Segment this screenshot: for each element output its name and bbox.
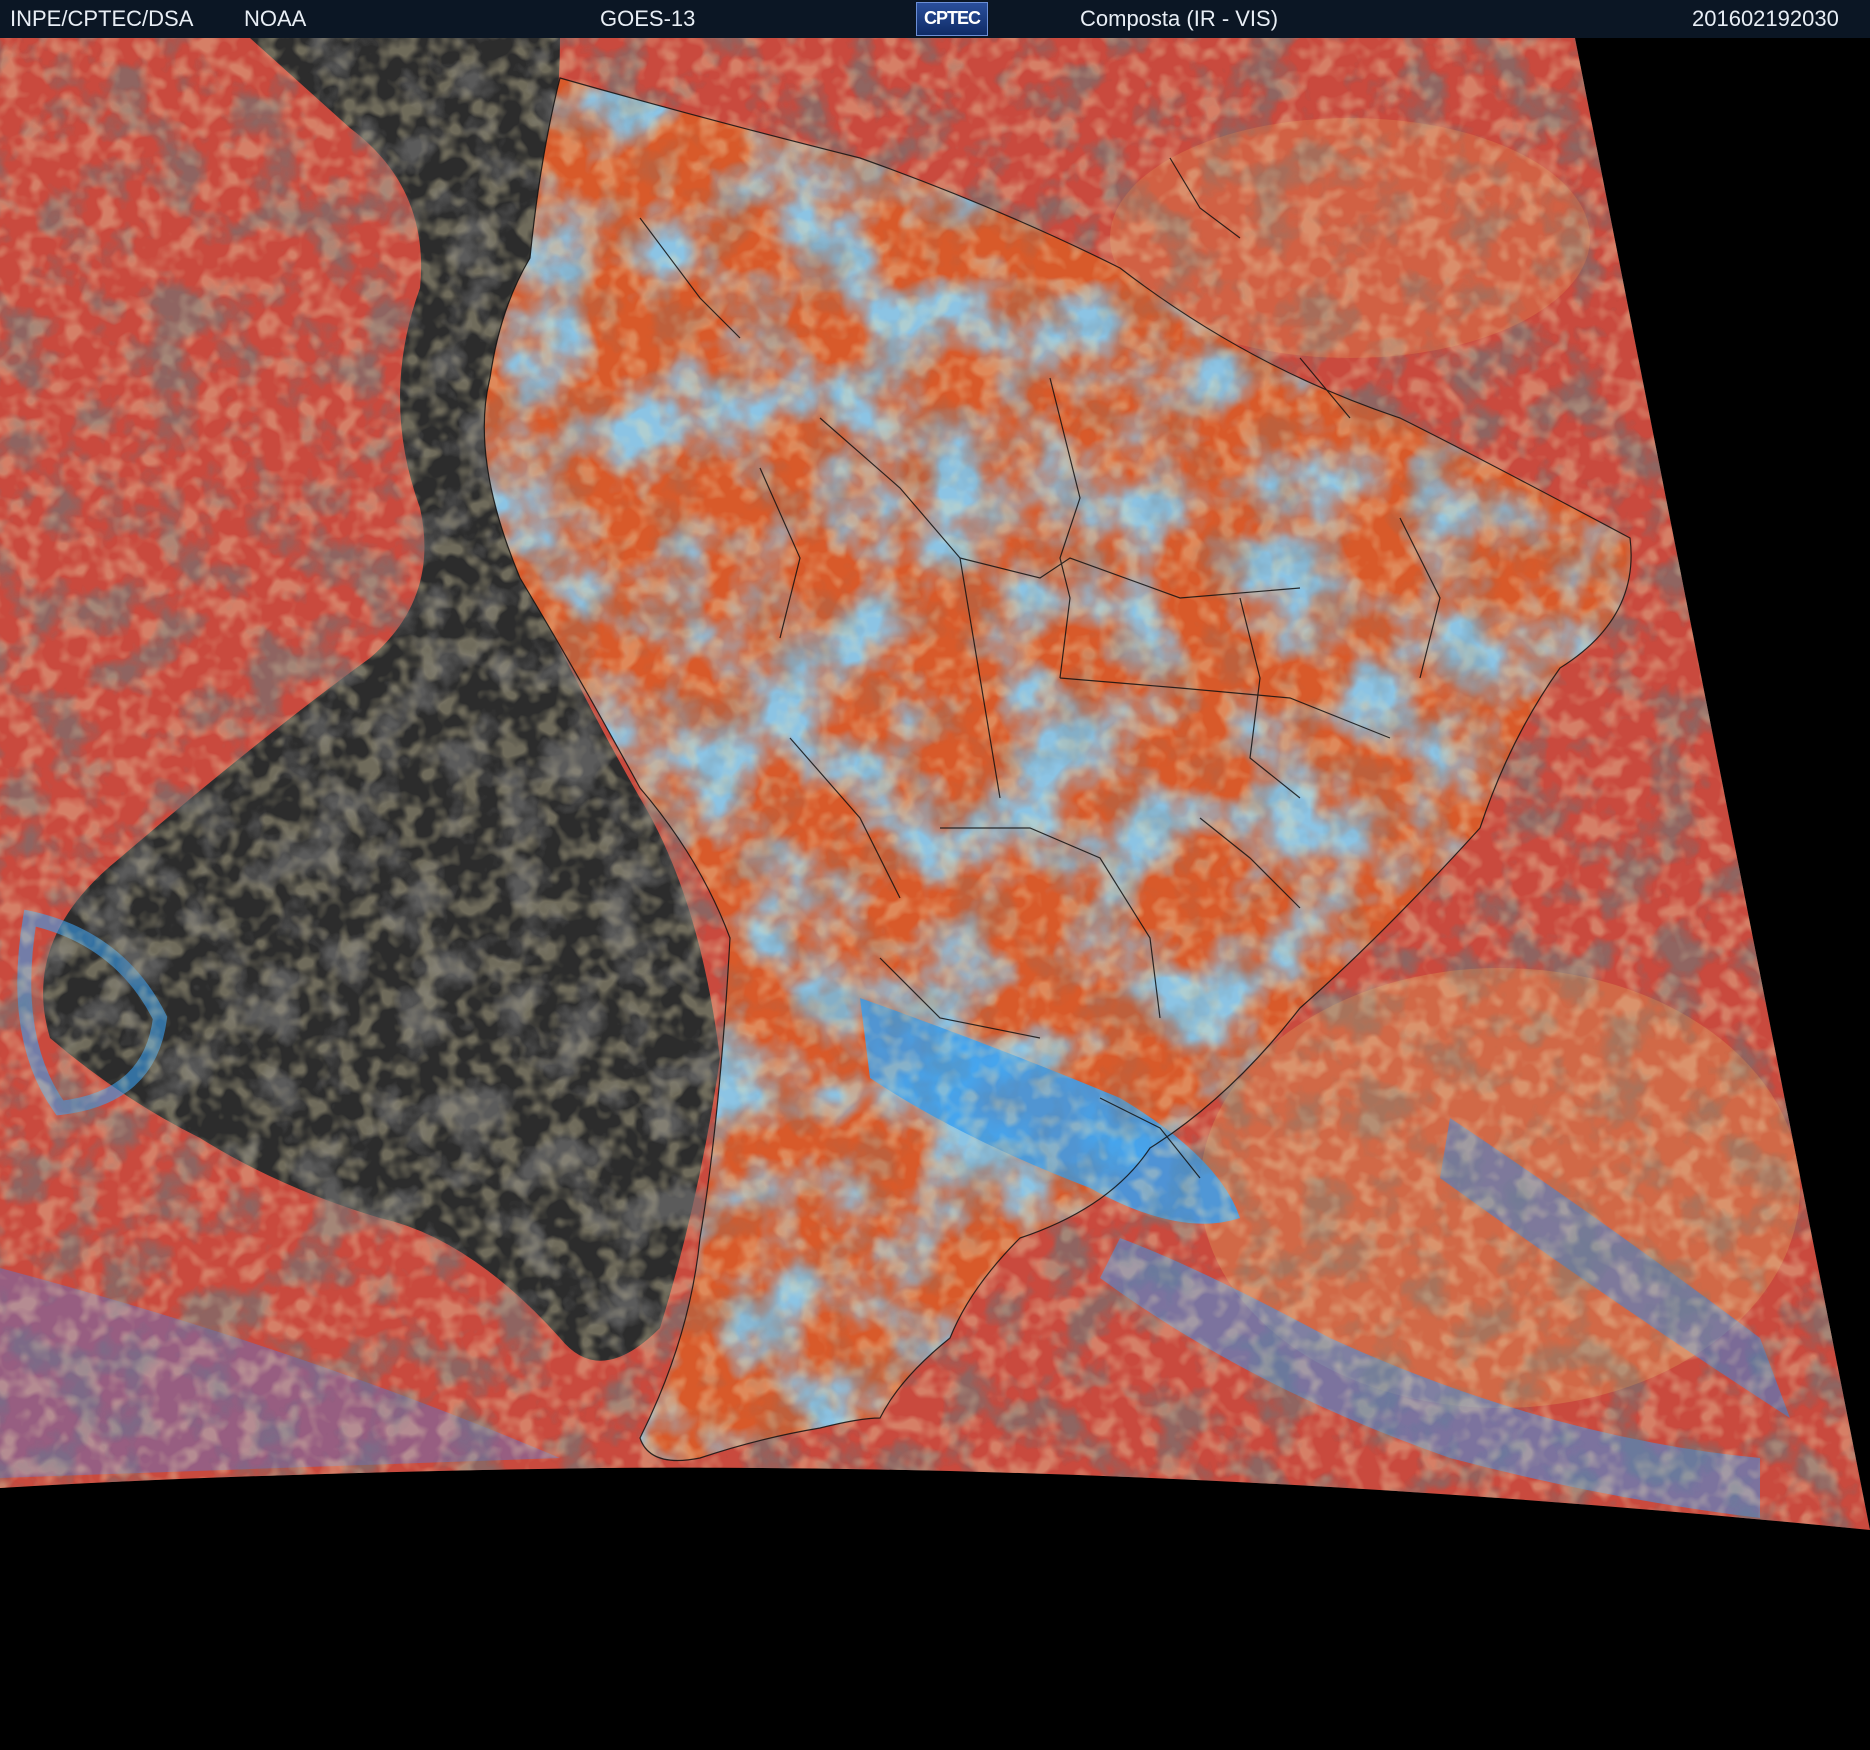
satellite-label: GOES-13: [600, 6, 696, 31]
institution-label: INPE/CPTEC/DSA: [10, 6, 194, 31]
product-label: Composta (IR - VIS): [1080, 6, 1279, 31]
title-bar: INPE/CPTEC/DSA NOAA GOES-13 CPTEC Compos…: [0, 0, 1870, 38]
cptec-logo: CPTEC: [916, 2, 988, 36]
agency-label: NOAA: [244, 6, 307, 31]
timestamp-label: 201602192030: [1692, 6, 1839, 31]
satellite-composite-map: [0, 38, 1870, 1750]
